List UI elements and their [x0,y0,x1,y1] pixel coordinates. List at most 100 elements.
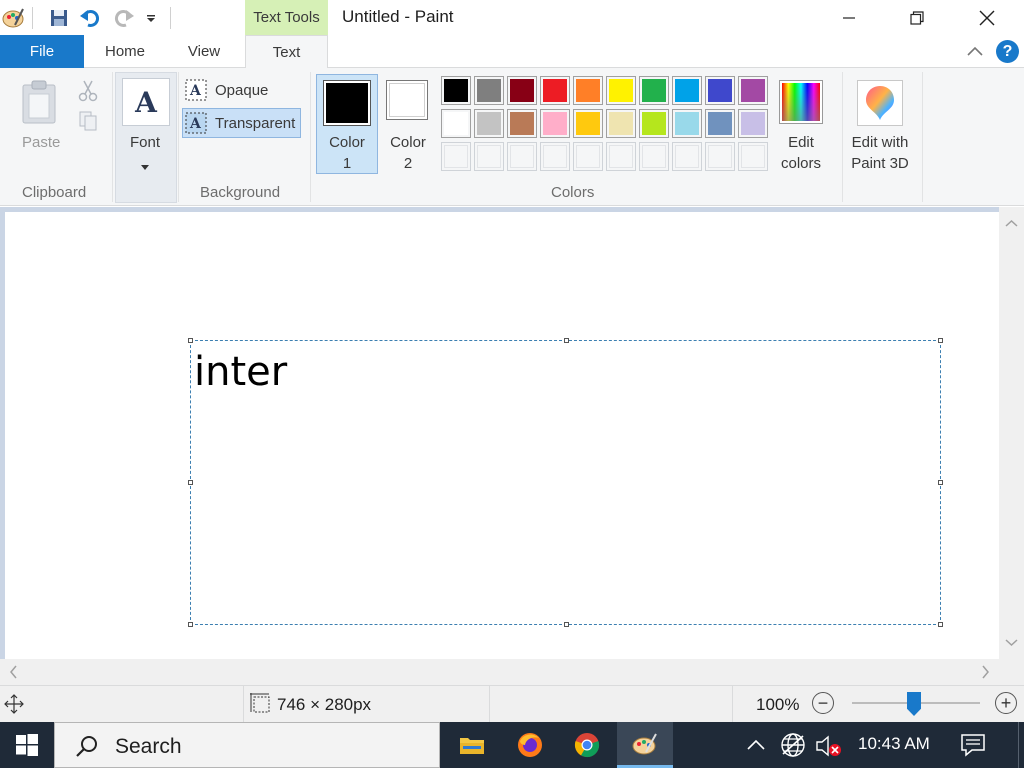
palette-swatch[interactable] [441,76,471,105]
cut-icon[interactable] [78,80,98,107]
customize-quick-access-icon[interactable] [138,5,164,31]
minimize-icon [843,16,855,19]
palette-swatch[interactable] [441,109,471,138]
opaque-icon: A [185,79,207,101]
vertical-scrollbar[interactable] [999,207,1024,659]
selection-size-icon [250,693,270,713]
palette-swatch[interactable] [507,76,537,105]
cursor-position-icon [4,694,24,714]
plus-icon: + [1000,693,1012,713]
svg-text:A: A [189,83,202,99]
resize-handle[interactable] [938,480,943,485]
palette-swatch[interactable] [738,109,768,138]
show-hidden-icons-icon[interactable] [744,734,768,761]
zoom-in-button[interactable]: + [995,692,1017,714]
firefox-icon[interactable] [502,722,558,768]
palette-swatch[interactable] [606,109,636,138]
palette-swatch[interactable] [738,76,768,105]
tab-text[interactable]: Text [245,35,328,69]
paint-app-icon[interactable] [0,5,26,31]
text-tools-context-label: Text Tools [245,0,328,35]
opaque-button[interactable]: A Opaque [182,78,302,102]
paint-taskbar-icon[interactable] [617,722,673,768]
undo-icon[interactable] [78,5,104,31]
palette-swatch[interactable] [672,76,702,105]
tab-home[interactable]: Home [96,35,154,68]
palette-swatch[interactable] [639,109,669,138]
palette-swatch[interactable] [540,76,570,105]
volume-muted-icon[interactable] [815,734,843,763]
clock-time[interactable]: 10:43 AM [858,734,930,754]
resize-handle[interactable] [188,622,193,627]
palette-swatch[interactable] [705,142,735,171]
palette-swatch[interactable] [639,142,669,171]
palette-swatch[interactable] [705,76,735,105]
minimize-button[interactable] [826,0,872,35]
help-icon[interactable]: ? [996,40,1019,63]
paste-button[interactable] [20,80,58,129]
tab-view[interactable]: View [176,35,232,68]
palette-swatch[interactable] [606,142,636,171]
palette-swatch[interactable] [738,142,768,171]
resize-handle[interactable] [564,338,569,343]
scroll-up-icon [1005,219,1018,227]
close-button[interactable] [964,0,1010,35]
resize-handle[interactable] [938,622,943,627]
palette-swatch[interactable] [573,142,603,171]
tab-file[interactable]: File [0,35,84,68]
font-label: Font [130,134,161,151]
resize-handle[interactable] [188,480,193,485]
save-icon[interactable] [46,5,72,31]
chrome-icon[interactable] [559,722,615,768]
palette-swatch[interactable] [573,109,603,138]
notifications-icon[interactable] [960,732,986,763]
paint3d-icon [866,86,894,120]
taskbar: Search 10:43 AM [0,722,1024,768]
restore-button[interactable] [894,0,940,35]
network-globe-icon[interactable] [780,732,806,763]
color2-button[interactable] [386,80,428,120]
text-box[interactable]: inter [188,338,943,627]
palette-swatch[interactable] [507,142,537,171]
color2-fill [389,83,425,117]
copy-icon[interactable] [78,110,98,137]
palette-swatch[interactable] [474,76,504,105]
text-box-content[interactable]: inter [194,349,287,395]
drawing-canvas[interactable]: inter [5,212,999,659]
taskbar-search-box[interactable]: Search [54,722,440,768]
svg-text:A: A [189,116,202,132]
palette-swatch[interactable] [573,76,603,105]
palette-swatch[interactable] [705,109,735,138]
chevron-down-icon [141,158,149,176]
resize-handle[interactable] [188,338,193,343]
scroll-down-icon [1005,639,1018,647]
restore-icon [910,10,924,25]
palette-swatch[interactable] [639,76,669,105]
zoom-slider-thumb[interactable] [907,692,921,716]
redo-icon[interactable] [110,5,136,31]
color2-label: Color 2 [390,134,426,172]
palette-swatch[interactable] [540,109,570,138]
transparent-button[interactable]: A Transparent [182,108,301,138]
palette-swatch[interactable] [606,76,636,105]
palette-swatch[interactable] [672,109,702,138]
palette-swatch[interactable] [474,142,504,171]
ribbon-tab-row: File Home View Text ? [0,35,1024,69]
palette-swatch[interactable] [441,142,471,171]
zoom-out-button[interactable]: − [812,692,834,714]
resize-handle[interactable] [564,622,569,627]
collapse-ribbon-button[interactable] [964,41,986,63]
file-explorer-icon[interactable] [444,722,500,768]
horizontal-scrollbar[interactable] [0,659,999,685]
show-desktop-button[interactable] [1018,722,1024,768]
palette-swatch[interactable] [474,109,504,138]
resize-handle[interactable] [938,338,943,343]
clipboard-group-label: Clipboard [22,184,87,201]
palette-swatch[interactable] [540,142,570,171]
palette-swatch[interactable] [507,109,537,138]
palette-swatch[interactable] [672,142,702,171]
edit-colors-button[interactable] [779,80,823,124]
edit-with-paint3d-label: Edit with Paint 3D [851,134,909,172]
edit-with-paint3d-button[interactable] [857,80,903,126]
start-button[interactable] [0,722,54,768]
